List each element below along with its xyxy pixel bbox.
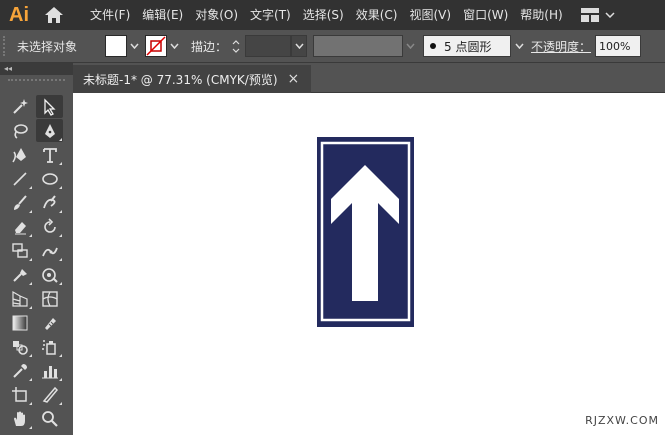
workspace-switcher[interactable] xyxy=(580,8,615,22)
tools-panel: ◂◂ xyxy=(0,63,73,435)
column-graph-icon[interactable] xyxy=(36,359,63,382)
close-icon[interactable]: × xyxy=(288,71,300,87)
width-icon[interactable] xyxy=(6,239,33,262)
menu-file[interactable]: 文件(F) xyxy=(84,0,136,30)
menu-bar: Ai 文件(F) 编辑(E) 对象(O) 文字(T) 选择(S) 效果(C) 视… xyxy=(0,0,665,30)
artboard-canvas[interactable]: RJZXW.COM xyxy=(73,93,665,435)
gradient-icon[interactable] xyxy=(6,311,33,334)
tool-grid xyxy=(6,95,68,431)
eyedropper-bar-icon[interactable] xyxy=(36,311,63,334)
blend-icon[interactable] xyxy=(6,335,33,358)
slice-icon[interactable] xyxy=(36,383,63,406)
chevron-down-icon xyxy=(169,43,179,49)
app-logo: Ai xyxy=(9,3,29,26)
control-bar-grip[interactable] xyxy=(3,36,11,56)
magic-wand-icon[interactable] xyxy=(6,95,33,118)
symbol-sprayer-icon[interactable] xyxy=(36,335,63,358)
main-menu: 文件(F) 编辑(E) 对象(O) 文字(T) 选择(S) 效果(C) 视图(V… xyxy=(84,0,569,30)
tools-panel-grip[interactable] xyxy=(8,79,65,91)
eraser-icon[interactable] xyxy=(6,215,33,238)
arrow-sign-artwork[interactable] xyxy=(317,137,414,327)
eyedropper-icon[interactable] xyxy=(6,359,33,382)
curvature-icon[interactable] xyxy=(6,143,33,166)
pen-icon[interactable] xyxy=(36,119,63,142)
brush-dot-icon xyxy=(430,43,437,49)
menu-select[interactable]: 选择(S) xyxy=(297,0,350,30)
stroke-spinner[interactable] xyxy=(229,35,243,57)
lasso-icon[interactable] xyxy=(6,119,33,142)
chevron-up-icon xyxy=(232,39,240,44)
line-segment-icon[interactable] xyxy=(6,167,33,190)
chevron-down-icon xyxy=(129,43,139,49)
puppet-warp-icon[interactable] xyxy=(36,239,63,262)
type-icon[interactable] xyxy=(36,143,63,166)
opacity-input[interactable]: 100% xyxy=(595,35,642,57)
no-stroke-icon xyxy=(146,36,166,56)
menu-window[interactable]: 窗口(W) xyxy=(457,0,514,30)
menu-object[interactable]: 对象(O) xyxy=(189,0,244,30)
stroke-weight-input[interactable] xyxy=(245,35,292,57)
brush-label: 5 点圆形 xyxy=(444,39,492,54)
variable-width-profile[interactable] xyxy=(313,35,404,57)
chevron-down-icon xyxy=(605,12,615,18)
menu-edit[interactable]: 编辑(E) xyxy=(136,0,189,30)
stroke-dropdown[interactable] xyxy=(167,35,181,57)
chevron-down-icon xyxy=(232,48,240,53)
document-tab[interactable]: 未标题-1* @ 77.31% (CMYK/预览) × xyxy=(73,65,311,93)
paintbrush-icon[interactable] xyxy=(6,191,33,214)
fill-swatch[interactable] xyxy=(105,35,127,57)
perspective-grid-icon[interactable] xyxy=(6,287,33,310)
chevron-down-icon xyxy=(294,43,304,49)
zoom-icon[interactable] xyxy=(36,407,63,430)
workspace-grid-icon xyxy=(580,8,599,22)
stroke-label[interactable]: 描边： xyxy=(191,38,227,55)
shaper-icon[interactable] xyxy=(36,191,63,214)
live-paint-icon[interactable] xyxy=(36,263,63,286)
menu-type[interactable]: 文字(T) xyxy=(244,0,297,30)
variable-width-dropdown[interactable] xyxy=(403,35,417,57)
fill-dropdown[interactable] xyxy=(127,35,141,57)
direct-selection-icon[interactable] xyxy=(36,95,63,118)
shape-builder-icon[interactable] xyxy=(6,263,33,286)
document-tab-title: 未标题-1* @ 77.31% (CMYK/预览) xyxy=(83,72,278,87)
rotate-icon[interactable] xyxy=(36,215,63,238)
artboard-icon[interactable] xyxy=(6,383,33,406)
hand-icon[interactable] xyxy=(6,407,33,430)
chevron-down-icon xyxy=(405,43,415,49)
menu-effect[interactable]: 效果(C) xyxy=(350,0,404,30)
menu-help[interactable]: 帮助(H) xyxy=(514,0,568,30)
opacity-label[interactable]: 不透明度： xyxy=(531,38,591,55)
selection-status: 未选择对象 xyxy=(17,39,78,54)
brush-dropdown[interactable] xyxy=(511,35,528,57)
home-icon[interactable] xyxy=(38,0,70,30)
panel-collapse-button[interactable]: ◂◂ xyxy=(0,63,73,75)
mesh-icon[interactable] xyxy=(36,287,63,310)
watermark-text: RJZXW.COM xyxy=(585,414,659,427)
ellipse-icon[interactable] xyxy=(36,167,63,190)
stroke-weight-dropdown[interactable] xyxy=(291,35,308,57)
document-tab-bar: 未标题-1* @ 77.31% (CMYK/预览) × xyxy=(73,63,665,93)
chevron-down-icon xyxy=(514,43,524,49)
control-bar: 未选择对象 描边： 5 点圆形 不透明度： 100% xyxy=(0,30,665,63)
menu-view[interactable]: 视图(V) xyxy=(403,0,457,30)
stroke-swatch[interactable] xyxy=(145,35,167,57)
brush-definition[interactable]: 5 点圆形 xyxy=(423,35,512,57)
